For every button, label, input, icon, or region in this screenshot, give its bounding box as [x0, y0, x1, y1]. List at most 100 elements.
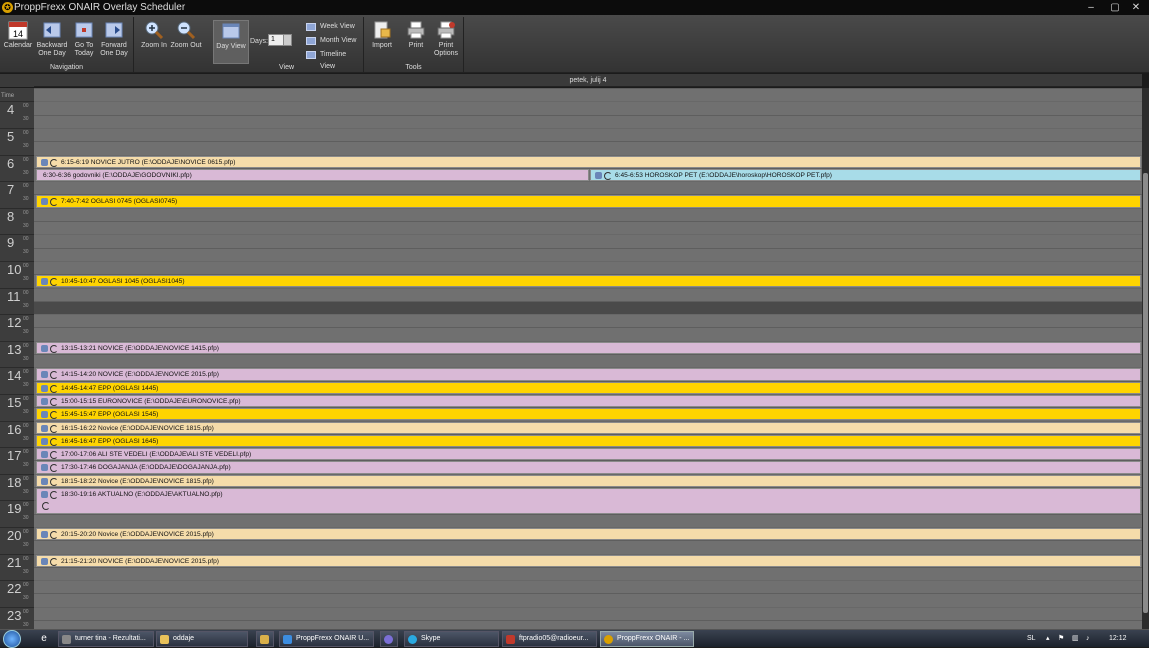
taskbar-item-proppfrexx-u[interactable]: ProppFrexx ONAIR U... — [279, 631, 374, 647]
time-slot[interactable] — [34, 620, 1142, 629]
schedule-event[interactable]: 18:15-18:22 Novice (E:\ODDAJE\NOVICE 181… — [36, 474, 1141, 487]
schedule-event[interactable]: 14:45-14:47 EPP (OGLASI 1445) — [36, 381, 1141, 394]
time-slot[interactable] — [34, 221, 1142, 234]
time-slot[interactable] — [34, 101, 1142, 114]
schedule-event[interactable]: 20:15-20:20 Novice (E:\ODDAJE\NOVICE 201… — [36, 527, 1141, 541]
language-indicator[interactable]: SL — [1027, 630, 1036, 648]
schedule-event[interactable]: 18:30-19:16 AKTUALNO (E:\ODDAJE\AKTUALNO… — [36, 488, 1141, 514]
event-status-icon — [41, 371, 48, 379]
recurrence-icon — [50, 384, 58, 393]
event-label: 13:15-13:21 NOVICE (E:\ODDAJE\NOVICE 141… — [61, 344, 219, 352]
start-button[interactable] — [3, 630, 21, 648]
internet-explorer-icon[interactable]: e — [37, 632, 51, 646]
print-options-button[interactable]: Print Options — [428, 20, 464, 64]
schedule-event[interactable]: 21:15-21:20 NOVICE (E:\ODDAJE\NOVICE 201… — [36, 554, 1141, 567]
forward-one-day-button[interactable]: Forward One Day — [96, 20, 132, 64]
schedule-event[interactable]: 6:45-6:53 HOROSKOP PET (E:\ODDAJE\horosk… — [590, 168, 1141, 182]
time-slot[interactable] — [34, 327, 1142, 340]
week-view-button[interactable]: Week View — [306, 21, 355, 33]
taskbar-item-app[interactable] — [380, 631, 398, 647]
month-view-button[interactable]: Month View — [306, 35, 356, 47]
minute-00-label: 00 — [23, 582, 29, 589]
event-label: 14:15-14:20 NOVICE (E:\ODDAJE\NOVICE 201… — [61, 371, 219, 379]
spinner-arrows-icon[interactable] — [283, 35, 291, 45]
zoom-out-button[interactable]: Zoom Out — [168, 20, 204, 64]
date-header[interactable]: petek, julij 4 — [34, 74, 1142, 87]
show-hidden-icons-icon[interactable]: ▴ — [1046, 630, 1050, 648]
schedule-event[interactable]: 17:00-17:06 ALI STE VEDELI (E:\ODDAJE\AL… — [36, 448, 1141, 461]
event-status-icon — [41, 158, 48, 166]
time-slot[interactable] — [34, 540, 1142, 553]
calendar-icon: 14 — [8, 21, 28, 40]
time-slot[interactable] — [34, 88, 1142, 101]
minute-00-label: 00 — [23, 475, 29, 482]
time-slot[interactable] — [34, 593, 1142, 606]
backward-one-day-button[interactable]: Backward One Day — [34, 20, 70, 64]
event-icons — [41, 557, 59, 566]
time-slot[interactable] — [34, 260, 1142, 274]
schedule-event[interactable]: 14:15-14:20 NOVICE (E:\ODDAJE\NOVICE 201… — [36, 368, 1141, 381]
timeline-view-button[interactable]: Timeline View — [306, 49, 363, 70]
minute-00-label: 00 — [23, 262, 29, 269]
recurrence-icon — [50, 397, 58, 406]
minute-00-label: 00 — [23, 395, 29, 402]
time-slot[interactable] — [34, 606, 1142, 620]
schedule-event[interactable]: 13:15-13:21 NOVICE (E:\ODDAJE\NOVICE 141… — [36, 341, 1141, 354]
calendar-back-icon — [43, 22, 61, 38]
time-slot[interactable] — [34, 141, 1142, 154]
time-slot[interactable] — [34, 181, 1142, 194]
taskbar-item-proppfrexx[interactable]: ProppFrexx ONAIR - ... — [600, 631, 694, 647]
scrollbar-thumb[interactable] — [1143, 173, 1148, 613]
import-button[interactable]: Import — [364, 20, 400, 64]
maximize-button[interactable]: ▢ — [1104, 0, 1126, 15]
vertical-scrollbar[interactable] — [1142, 88, 1149, 629]
schedule-event[interactable]: 17:30-17:46 DOGAJANJA (E:\ODDAJE\DOGAJAN… — [36, 461, 1141, 474]
taskbar-item-media[interactable] — [256, 631, 274, 647]
taskbar-item-label: ProppFrexx ONAIR U... — [296, 635, 370, 642]
recurrence-icon — [50, 464, 58, 473]
time-slot[interactable] — [34, 234, 1142, 247]
taskbar-item-label: turner tina - Rezultati... — [75, 635, 146, 642]
schedule-event[interactable]: 7:40-7:42 OGLASI 0745 (OGLASI0745) — [36, 195, 1141, 208]
time-slot[interactable] — [34, 207, 1142, 221]
schedule-event[interactable]: 6:15-6:19 NOVICE JUTRO (E:\ODDAJE\NOVICE… — [36, 155, 1141, 168]
schedule-event[interactable]: 6:30-6:36 godovniki (E:\ODDAJE\GODOVNIKI… — [36, 168, 589, 182]
minimize-button[interactable]: – — [1080, 0, 1102, 15]
schedule-event[interactable]: 15:00-15:15 EURONOVICE (E:\ODDAJE\EURONO… — [36, 394, 1141, 408]
hour-label: 20 00 30 — [0, 526, 34, 554]
time-slot[interactable] — [34, 247, 1142, 261]
taskbar-item-browser[interactable]: turner tina - Rezultati... — [58, 631, 154, 647]
time-slot[interactable] — [34, 580, 1142, 593]
time-slot[interactable] — [34, 566, 1142, 580]
calendar-button[interactable]: 14 Calendar — [0, 20, 36, 64]
schedule-event[interactable]: 10:45-10:47 OGLASI 1045 (OGLASI1045) — [36, 275, 1141, 288]
navigation-group: 14 Calendar Backward One Day Go To Today F… — [0, 17, 134, 73]
close-button[interactable]: ✕ — [1125, 0, 1147, 15]
day-view-button[interactable]: Day View — [213, 20, 249, 64]
schedule-event[interactable]: 16:45-16:47 EPP (OGLASI 1645) — [36, 434, 1141, 448]
day-schedule-grid[interactable]: Time 4 00 30 5 00 30 6 00 30 7 00 30 8 00 30 9 00 30 10 00 3… — [0, 88, 1142, 629]
zoom-in-button[interactable]: Zoom In — [136, 20, 172, 64]
schedule-event[interactable]: 16:15-16:22 Novice (E:\ODDAJE\NOVICE 181… — [36, 421, 1141, 434]
proppfrexx-icon — [604, 635, 613, 644]
forward-label1: Forward — [101, 42, 127, 49]
taskbar-item-folder[interactable]: oddaje — [156, 631, 248, 647]
taskbar-item-ftp[interactable]: ftpradio05@radioeur... — [502, 631, 597, 647]
event-icons — [41, 384, 59, 393]
time-slot[interactable] — [34, 300, 1142, 314]
tools-group: Import Print Print Options Tools — [364, 17, 464, 73]
network-icon[interactable]: ▥ — [1072, 630, 1079, 648]
time-slot[interactable] — [34, 354, 1142, 367]
schedule-event[interactable]: 15:45-15:47 EPP (OGLASI 1545) — [36, 408, 1141, 421]
time-slot[interactable] — [34, 314, 1142, 327]
time-slot[interactable] — [34, 287, 1142, 301]
flag-icon[interactable]: ⚑ — [1058, 630, 1064, 648]
clock[interactable]: 12:12 — [1109, 630, 1127, 648]
time-slot[interactable] — [34, 513, 1142, 527]
time-slot[interactable] — [34, 114, 1142, 128]
taskbar-item-skype[interactable]: Skype — [404, 631, 499, 647]
days-spinner[interactable]: 1 — [268, 34, 292, 46]
event-icons — [41, 424, 59, 433]
time-slot[interactable] — [34, 127, 1142, 141]
volume-icon[interactable]: ♪ — [1086, 630, 1090, 648]
